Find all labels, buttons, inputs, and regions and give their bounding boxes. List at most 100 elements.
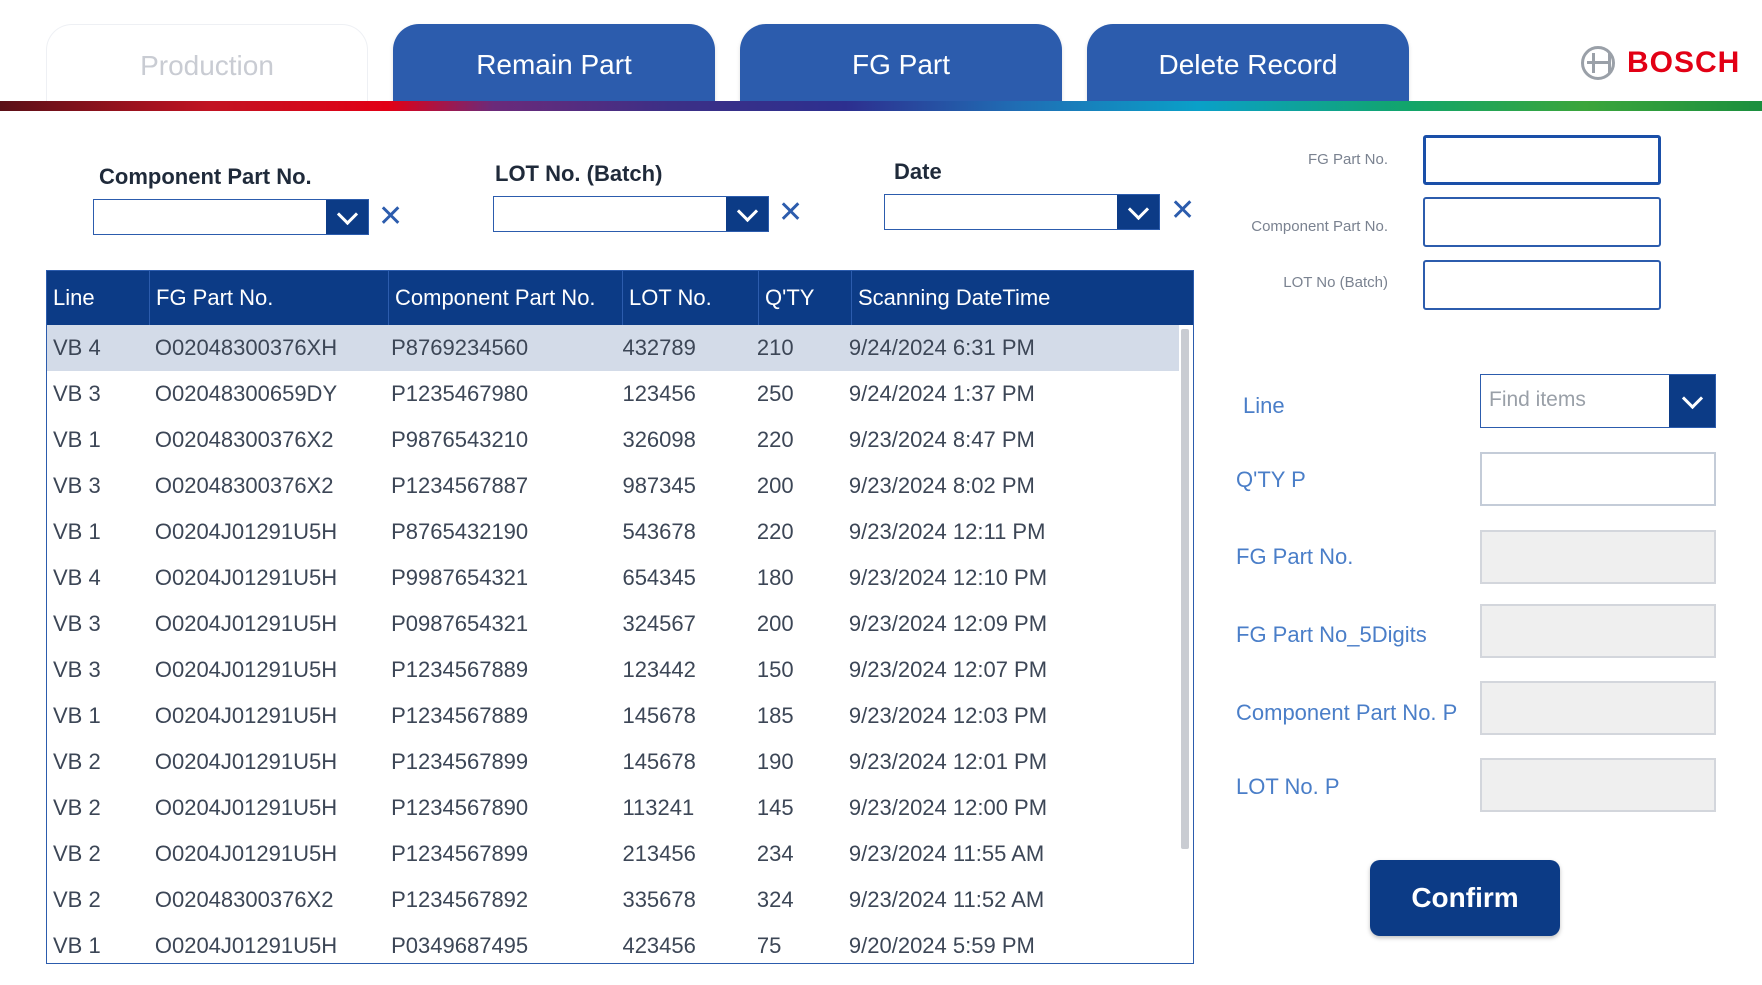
- column-header-line[interactable]: Line: [47, 271, 150, 325]
- cell-component-part-no: P0349687495: [391, 933, 529, 958]
- cell-component-part-no: P1234567889: [391, 657, 529, 682]
- table-row[interactable]: VB 1 O0204J01291U5H P0349687495 423456 75 9/2…: [47, 923, 1179, 963]
- cell-line: VB 4: [53, 335, 101, 360]
- date-filter[interactable]: [884, 194, 1160, 230]
- cell-line: VB 2: [53, 749, 101, 774]
- cell-qty: 200: [756, 473, 794, 498]
- cell-fg-part-no: O02048300376X2: [154, 473, 334, 498]
- cell-fg-part-no: O02048300376X2: [154, 887, 334, 912]
- cell-fg-part-no: O0204J01291U5H: [154, 841, 338, 866]
- cell-fg-part-no: O0204J01291U5H: [154, 565, 338, 590]
- brand-name: BOSCH: [1627, 46, 1741, 79]
- cell-lot-no: 432789: [622, 335, 696, 360]
- cell-scanning-datetime: 9/23/2024 12:00 PM: [848, 795, 1048, 820]
- table-row[interactable]: VB 3 O0204J01291U5H P0987654321 324567 200 9/…: [47, 601, 1179, 647]
- table-scrollbar[interactable]: [1181, 329, 1189, 849]
- form-label-component-part-no-p: Component Part No. P: [1236, 700, 1458, 725]
- chevron-down-icon[interactable]: [726, 197, 768, 231]
- line-combobox[interactable]: Find items: [1480, 374, 1716, 428]
- table-row[interactable]: VB 2 O02048300376X2 P1234567892 335678 324 9/…: [47, 877, 1179, 923]
- cell-component-part-no: P1234567899: [391, 841, 529, 866]
- cell-line: VB 2: [53, 887, 101, 912]
- column-header-fg-part-no[interactable]: FG Part No.: [150, 271, 389, 325]
- cell-lot-no: 326098: [622, 427, 696, 452]
- table-row[interactable]: VB 3 O02048300659DY P1235467980 123456 250 9/…: [47, 371, 1179, 417]
- table-row[interactable]: VB 1 O02048300376X2 P9876543210 326098 220 9/…: [47, 417, 1179, 463]
- cell-qty: 220: [756, 519, 794, 544]
- scan-label-lot-no: LOT No (Batch): [1283, 274, 1388, 291]
- cell-component-part-no: P1234567887: [391, 473, 529, 498]
- lot-no-filter[interactable]: [493, 196, 769, 232]
- table-row[interactable]: VB 2 O0204J01291U5H P1234567899 145678 190 9/…: [47, 739, 1179, 785]
- scrollbar-thumb[interactable]: [1181, 329, 1189, 849]
- scan-lot-no-input[interactable]: [1423, 260, 1661, 310]
- cell-line: VB 1: [53, 519, 101, 544]
- cell-lot-no: 213456: [622, 841, 696, 866]
- form-label-fg-part-no: FG Part No.: [1236, 544, 1354, 569]
- cell-component-part-no: P9987654321: [391, 565, 529, 590]
- cell-line: VB 3: [53, 473, 101, 498]
- cell-component-part-no: P0987654321: [391, 611, 529, 636]
- table-row[interactable]: VB 2 O0204J01291U5H P1234567899 213456 234 9/…: [47, 831, 1179, 877]
- tab-remain-part[interactable]: Remain Part: [393, 24, 715, 102]
- cell-fg-part-no: O02048300659DY: [154, 381, 338, 406]
- cell-fg-part-no: O0204J01291U5H: [154, 795, 338, 820]
- cell-component-part-no: P1234567890: [391, 795, 529, 820]
- cell-lot-no: 123456: [622, 381, 696, 406]
- cell-fg-part-no: O0204J01291U5H: [154, 657, 338, 682]
- tab-delete-record[interactable]: Delete Record: [1087, 24, 1409, 102]
- table-row[interactable]: VB 3 O02048300376X2 P1234567887 987345 200 9/…: [47, 463, 1179, 509]
- chevron-down-icon[interactable]: [1669, 375, 1715, 427]
- cell-fg-part-no: O0204J01291U5H: [154, 519, 338, 544]
- clear-lot-filter-icon[interactable]: ✕: [778, 198, 803, 228]
- cell-scanning-datetime: 9/23/2024 12:03 PM: [848, 703, 1048, 728]
- scan-label-component-part-no: Component Part No.: [1251, 218, 1388, 235]
- tab-production[interactable]: Production: [46, 24, 368, 102]
- form-label-line: Line: [1243, 393, 1285, 418]
- chevron-down-icon[interactable]: [326, 200, 368, 234]
- cell-lot-no: 987345: [622, 473, 696, 498]
- cell-line: VB 4: [53, 565, 101, 590]
- table-row[interactable]: VB 4 O02048300376XH P8769234560 432789 210 9/…: [47, 325, 1179, 371]
- cell-fg-part-no: O0204J01291U5H: [154, 703, 338, 728]
- table-row[interactable]: VB 3 O0204J01291U5H P1234567889 123442 150 9/…: [47, 647, 1179, 693]
- column-header-qty[interactable]: Q'TY: [759, 271, 852, 325]
- form-label-fg-part-no-5digits: FG Part No_5Digits: [1236, 622, 1427, 647]
- tab-fg-part[interactable]: FG Part: [740, 24, 1062, 102]
- component-part-no-filter[interactable]: [93, 199, 369, 235]
- cell-fg-part-no: O0204J01291U5H: [154, 611, 338, 636]
- chevron-down-icon[interactable]: [1117, 195, 1159, 229]
- clear-date-filter-icon[interactable]: ✕: [1170, 196, 1195, 226]
- fg-part-no-field: [1480, 530, 1716, 584]
- cell-lot-no: 113241: [622, 795, 695, 820]
- cell-scanning-datetime: 9/23/2024 11:52 AM: [848, 887, 1045, 912]
- cell-qty: 75: [756, 933, 782, 958]
- cell-scanning-datetime: 9/24/2024 1:37 PM: [848, 381, 1035, 406]
- brand-color-bar: [0, 101, 1762, 111]
- cell-lot-no: 145678: [622, 749, 696, 774]
- cell-lot-no: 324567: [622, 611, 696, 636]
- column-header-lot-no[interactable]: LOT No.: [623, 271, 759, 325]
- brand-logo: BOSCH: [1581, 46, 1740, 80]
- table-row[interactable]: VB 1 O0204J01291U5H P1234567889 145678 185 9/…: [47, 693, 1179, 739]
- column-header-component-part-no[interactable]: Component Part No.: [389, 271, 623, 325]
- qty-p-input[interactable]: [1480, 452, 1716, 506]
- cell-qty: 250: [756, 381, 794, 406]
- cell-line: VB 1: [53, 427, 101, 452]
- confirm-button[interactable]: Confirm: [1370, 860, 1560, 936]
- cell-line: VB 2: [53, 795, 101, 820]
- cell-lot-no: 123442: [622, 657, 696, 682]
- lot-no-p-field: [1480, 758, 1716, 812]
- scan-component-part-no-input[interactable]: [1423, 197, 1661, 247]
- clear-component-filter-icon[interactable]: ✕: [378, 202, 403, 232]
- table-row[interactable]: VB 4 O0204J01291U5H P9987654321 654345 180 9/…: [47, 555, 1179, 601]
- scan-fg-part-no-input[interactable]: [1423, 135, 1661, 185]
- cell-component-part-no: P1234567899: [391, 749, 529, 774]
- cell-component-part-no: P1235467980: [391, 381, 529, 406]
- column-header-scanning-datetime[interactable]: Scanning DateTime: [852, 271, 1192, 325]
- cell-line: VB 1: [53, 703, 101, 728]
- records-table: Line FG Part No. Component Part No. LOT …: [46, 270, 1194, 964]
- table-row[interactable]: VB 1 O0204J01291U5H P8765432190 543678 220 9/…: [47, 509, 1179, 555]
- table-header: Line FG Part No. Component Part No. LOT …: [47, 271, 1193, 325]
- table-row[interactable]: VB 2 O0204J01291U5H P1234567890 113241 145 9/…: [47, 785, 1179, 831]
